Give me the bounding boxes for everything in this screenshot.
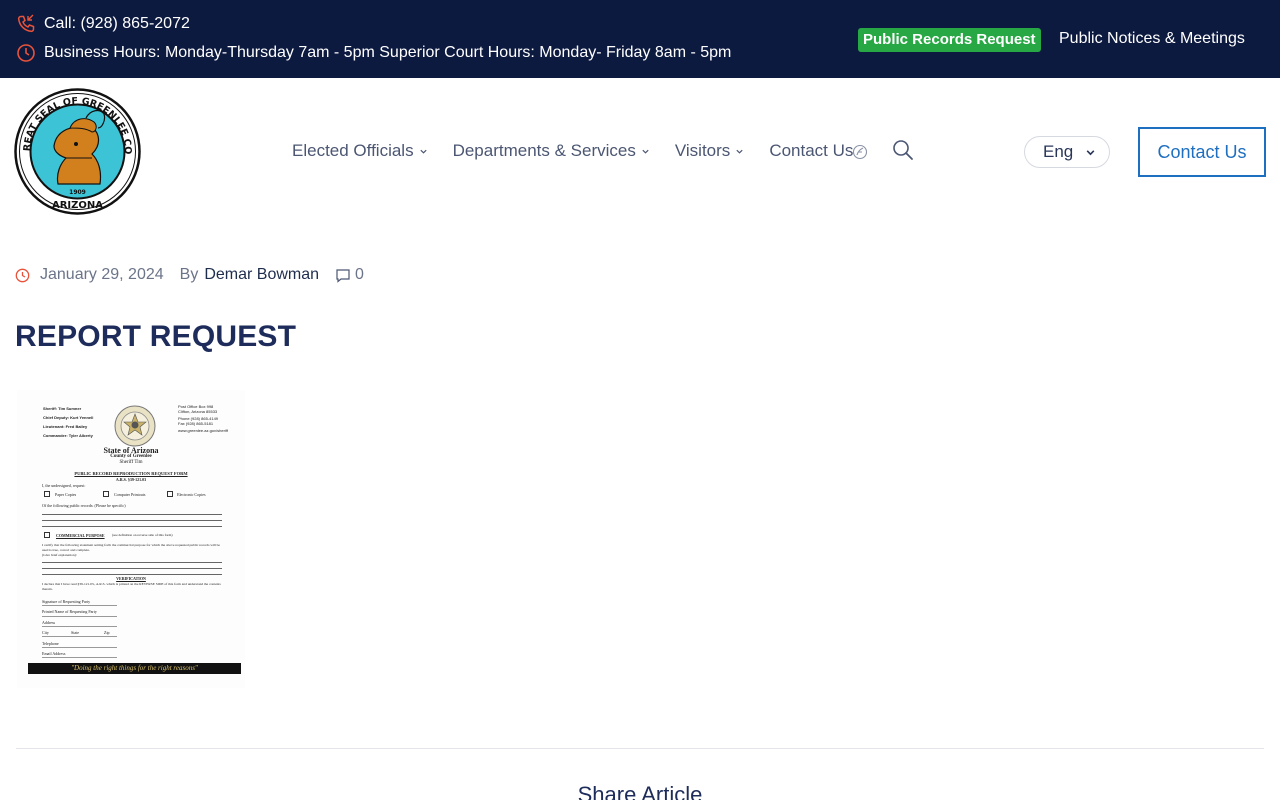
doc-rule — [42, 626, 117, 627]
doc-county: County of Greenlee — [110, 454, 152, 459]
nav-elected-officials[interactable]: Elected Officials — [292, 141, 428, 161]
doc-commercial-note: (see definition on reverse side of this … — [112, 533, 173, 537]
doc-rule — [42, 574, 222, 575]
accessibility-icon[interactable] — [852, 144, 868, 160]
county-seal-logo[interactable]: THE GREAT SEAL OF GREENLEE COUNTY ARIZON… — [10, 80, 141, 215]
doc-rule — [42, 616, 117, 617]
hours-text: Business Hours: Monday-Thursday 7am - 5p… — [44, 44, 732, 61]
doc-sheriff: Sheriff Tim — [119, 460, 143, 465]
nav-visitors-label[interactable]: Visitors — [675, 141, 730, 161]
doc-rule — [42, 636, 117, 637]
top-info-bar: Call: (928) 865-2072 Business Hours: Mon… — [0, 0, 1280, 78]
doc-rule — [42, 514, 222, 515]
doc-field: Email Address — [42, 651, 66, 656]
chevron-down-icon — [419, 149, 427, 154]
doc-contact-line: Fax (928) 865-5181 — [178, 421, 214, 426]
logo-year-text: 1909 — [69, 189, 86, 196]
doc-declare: I declare that I have read §39-121.03., … — [42, 582, 221, 591]
doc-certify-2: (Give brief explanation): — [42, 553, 77, 557]
doc-contact-line: www.greenlee.az.gov/sheriff — [178, 428, 228, 433]
phone-icon — [16, 14, 36, 34]
doc-contact-line: Clifton, Arizona 85533 — [178, 409, 218, 414]
doc-ars: A.R.S. §39-121.03 — [115, 477, 147, 482]
language-selector[interactable]: Eng — [1024, 136, 1110, 168]
doc-header-left: Sheriff: Tim Sumner Chief Deputy: Kurt Y… — [43, 404, 93, 440]
doc-request-line: I, the undersigned, request: — [42, 483, 86, 488]
doc-rule — [42, 657, 117, 658]
logo-arizona-text: ARIZONA — [52, 200, 103, 211]
main-navigation: Elected Officials Departments & Services… — [292, 141, 875, 161]
phone-row[interactable]: Call: (928) 865-2072 — [16, 14, 190, 34]
doc-checkbox — [44, 532, 50, 538]
nav-departments-services-label[interactable]: Departments & Services — [453, 141, 636, 161]
doc-header-right: Post Office Box 998 Clifton, Arizona 855… — [178, 404, 228, 433]
post-author-link[interactable]: Demar Bowman — [204, 266, 319, 284]
comment-count[interactable]: 0 — [355, 266, 364, 284]
doc-rule — [42, 562, 222, 563]
phone-text[interactable]: Call: (928) 865-2072 — [44, 15, 190, 33]
nav-visitors[interactable]: Visitors — [675, 141, 744, 161]
chevron-down-icon — [736, 149, 743, 154]
report-request-form-image[interactable]: Sheriff: Tim Sumner Chief Deputy: Kurt Y… — [17, 390, 245, 688]
doc-field: City — [42, 630, 49, 635]
chevron-down-icon — [1086, 149, 1095, 155]
doc-rule — [42, 520, 222, 521]
share-article-heading: Share Article — [577, 782, 703, 800]
doc-staff-line: Chief Deputy: Kurt Yennell — [43, 415, 94, 420]
doc-verification: VERIFICATION — [116, 576, 146, 581]
doc-rule — [42, 605, 117, 606]
doc-motto-banner: "Doing the right things for the right re… — [28, 663, 241, 674]
doc-field: Telephone — [42, 641, 59, 646]
comment-icon — [336, 268, 350, 283]
nav-contact-us[interactable]: Contact Us — [769, 141, 853, 161]
post-date[interactable]: January 29, 2024 — [40, 266, 164, 284]
by-label: By — [179, 266, 199, 283]
chevron-down-icon — [642, 149, 649, 154]
doc-field: Signature of Requesting Party — [42, 599, 91, 604]
nav-contact-us-label[interactable]: Contact Us — [769, 141, 853, 161]
hours-row: Business Hours: Monday-Thursday 7am - 5p… — [16, 43, 731, 63]
doc-certify: I certify that the following statement s… — [42, 543, 220, 552]
clock-icon — [16, 43, 36, 63]
nav-departments-services[interactable]: Departments & Services — [453, 141, 650, 161]
sheriff-badge-icon — [114, 405, 156, 447]
doc-staff-line: Commander: Tyler Alberty — [43, 433, 93, 438]
clock-icon — [15, 268, 30, 282]
doc-option: Paper Copies — [55, 492, 77, 497]
contact-us-button[interactable]: Contact Us — [1138, 127, 1266, 177]
doc-staff-line: Lieutenant: Fred Bailey — [43, 424, 88, 429]
doc-rule — [42, 526, 222, 527]
doc-rule — [42, 647, 117, 648]
search-icon[interactable] — [892, 139, 914, 161]
doc-field: State — [71, 630, 79, 635]
nav-elected-officials-label[interactable]: Elected Officials — [292, 141, 414, 161]
doc-field: Address — [42, 620, 56, 625]
page-title: REPORT REQUEST — [15, 320, 297, 353]
content-divider — [16, 748, 1264, 749]
post-meta: January 29, 2024 By Demar Bowman 0 — [15, 266, 364, 284]
public-records-request-button[interactable]: Public Records Request — [858, 28, 1041, 52]
doc-checkbox — [103, 491, 109, 497]
doc-rule — [42, 568, 222, 569]
doc-form-title: PUBLIC RECORD REPRODUCTION REQUEST FORM — [74, 471, 188, 476]
doc-commercial: COMMERCIAL PURPOSE — [56, 533, 105, 538]
language-label[interactable]: Eng — [1043, 142, 1073, 162]
doc-option: Electronic Copies — [177, 492, 206, 497]
public-notices-link[interactable]: Public Notices & Meetings — [1059, 30, 1245, 48]
doc-checkbox — [44, 491, 50, 497]
doc-records-line: Of the following public records: (Please… — [42, 503, 126, 508]
doc-field: Printed Name of Requesting Party — [42, 609, 97, 614]
doc-option: Computer Printouts — [114, 492, 146, 497]
doc-checkbox — [167, 491, 173, 497]
doc-staff-line: Sheriff: Tim Sumner — [43, 406, 82, 411]
doc-field: Zip — [104, 630, 110, 635]
